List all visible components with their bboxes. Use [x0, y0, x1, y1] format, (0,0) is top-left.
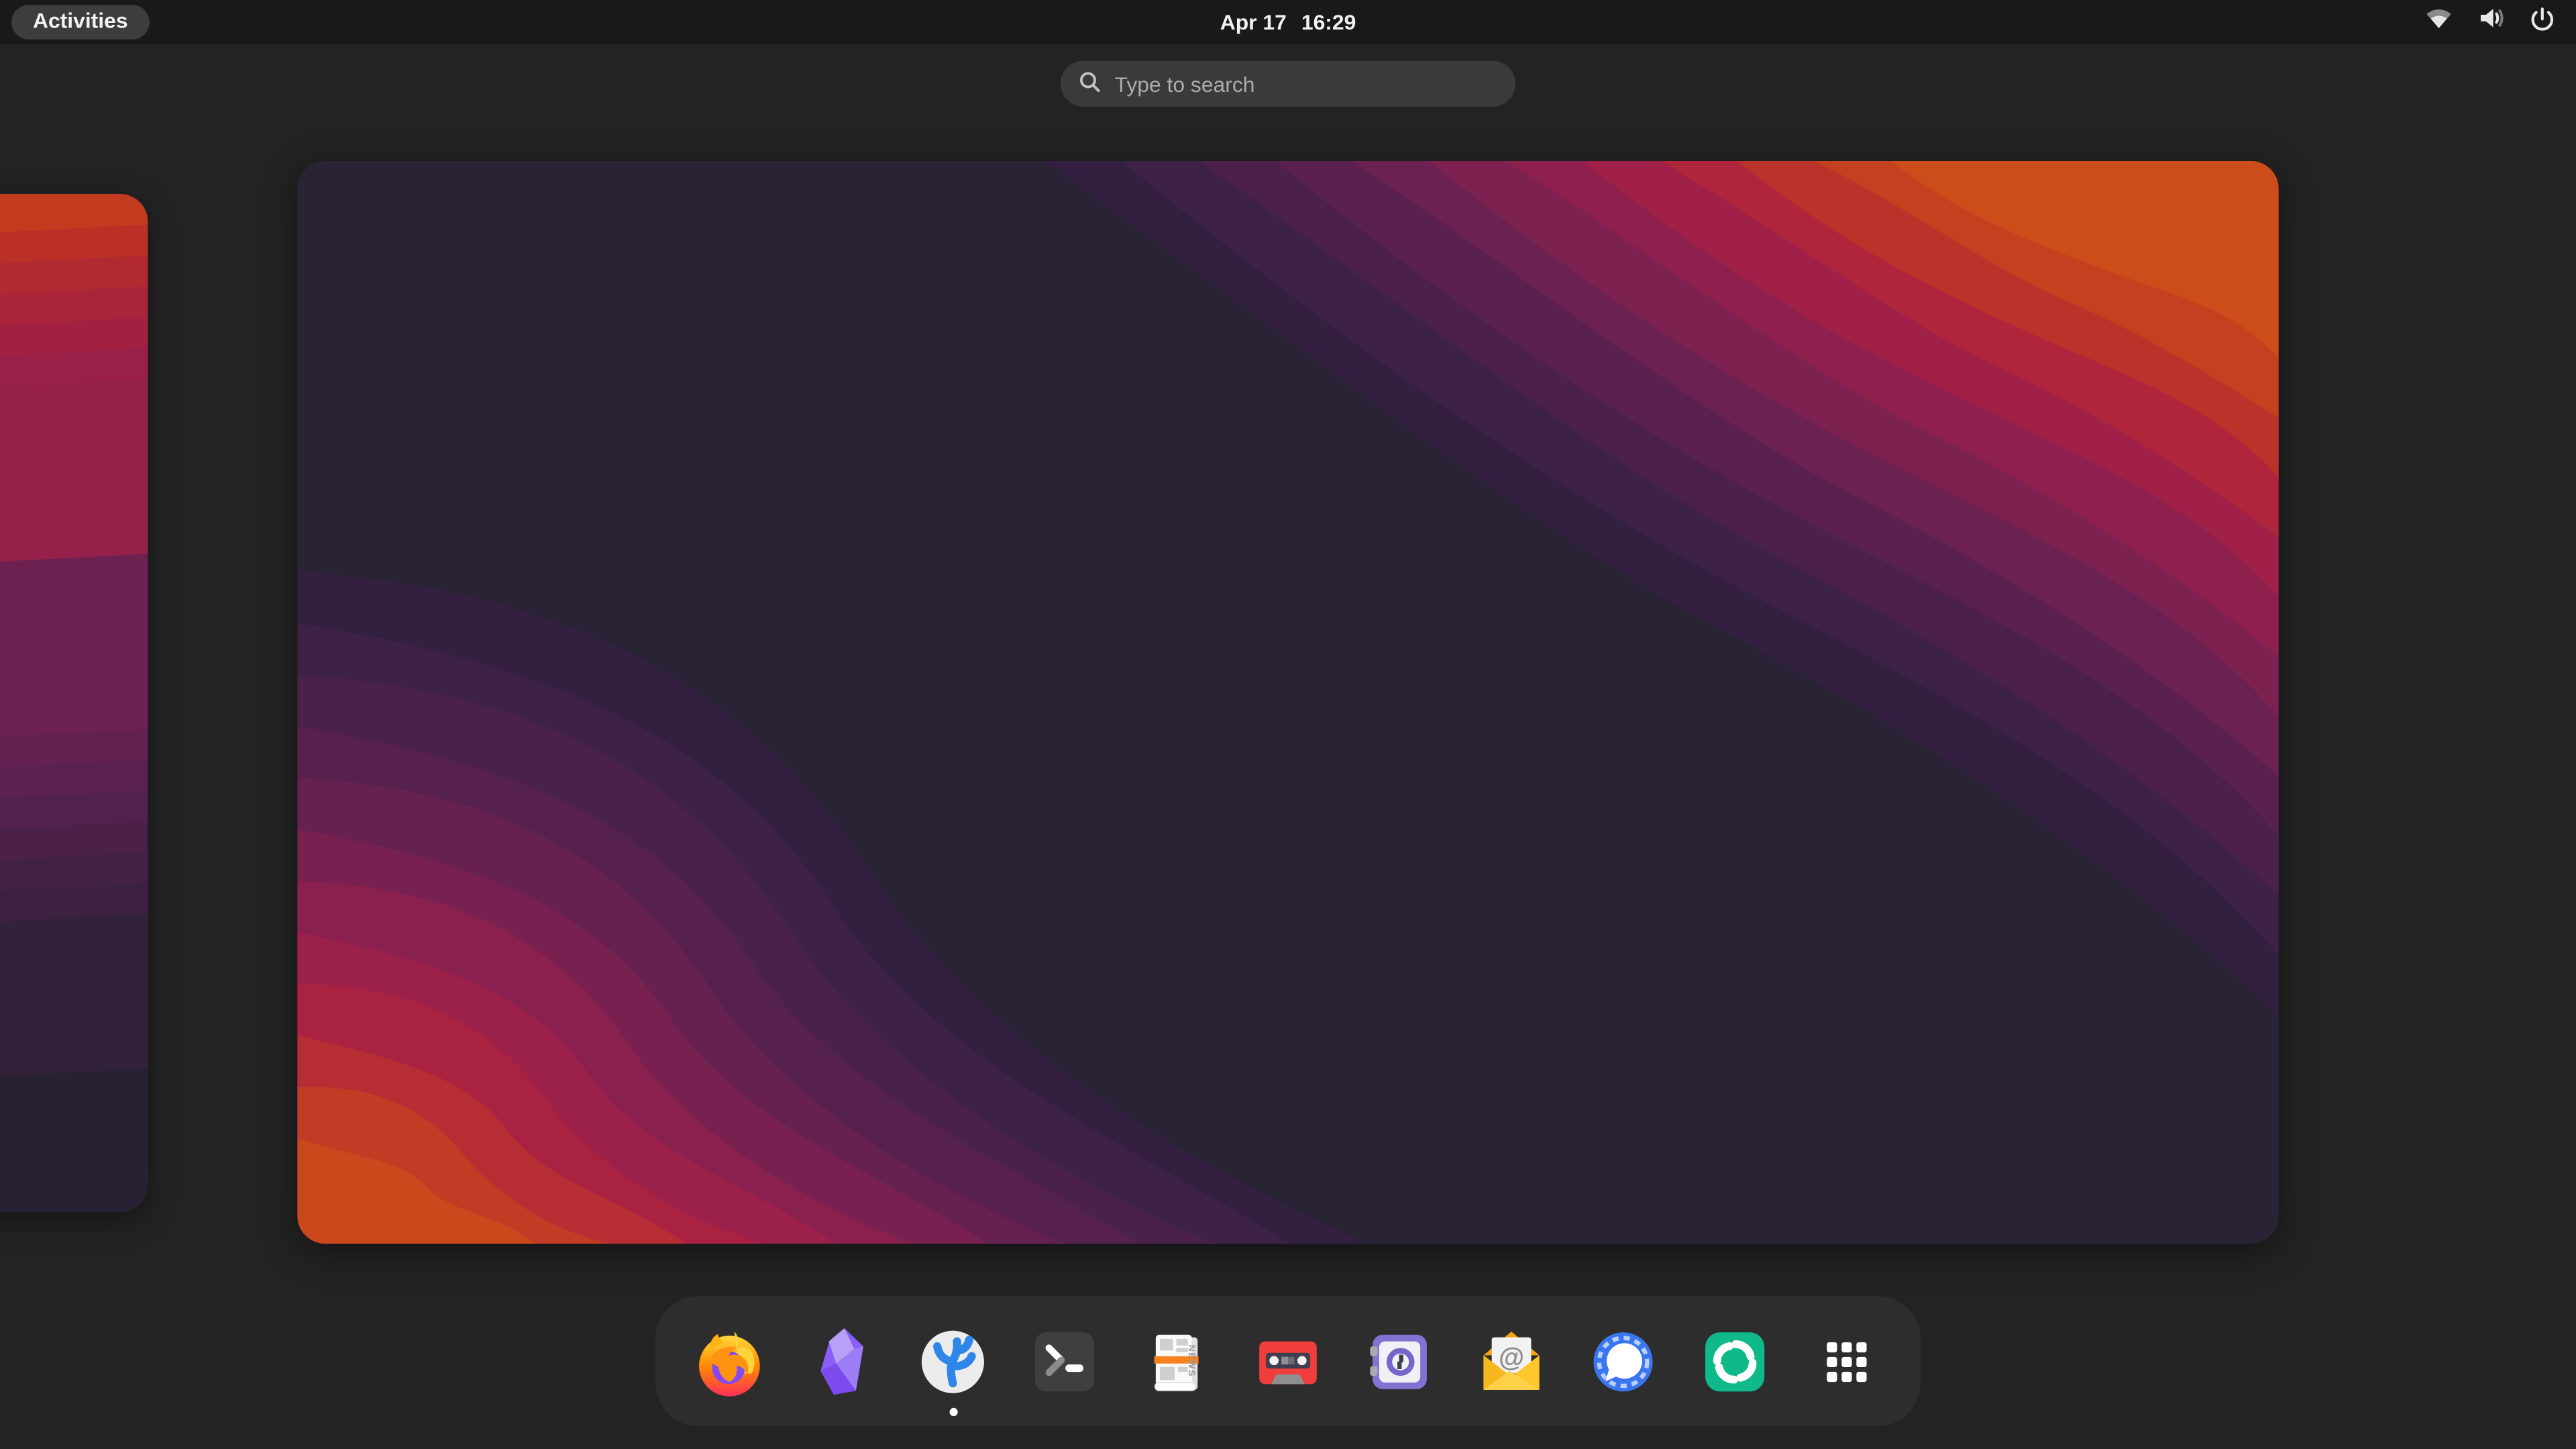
workspace-thumb-left[interactable] — [0, 194, 148, 1212]
cassette-icon — [1248, 1322, 1328, 1401]
password-safe-icon — [1360, 1322, 1440, 1401]
email-icon: @ — [1472, 1322, 1551, 1401]
app-grid-icon — [1807, 1322, 1886, 1401]
dock-item-email[interactable]: @ — [1472, 1322, 1551, 1401]
wallpaper-main — [297, 161, 2278, 1244]
running-indicator — [949, 1407, 957, 1415]
wifi-icon — [2425, 7, 2453, 38]
terminal-icon — [1025, 1322, 1104, 1401]
dock-item-signal[interactable] — [1584, 1322, 1663, 1401]
system-status-area[interactable] — [2425, 6, 2555, 39]
news-label: NEWS — [1186, 1344, 1197, 1376]
clock-time: 16:29 — [1301, 10, 1356, 35]
clock-button[interactable]: Apr 17 16:29 — [1220, 10, 1356, 35]
clock-date: Apr 17 — [1220, 10, 1287, 35]
volume-icon — [2477, 7, 2506, 38]
search-icon — [1079, 70, 1102, 98]
search-input[interactable]: Type to search — [1061, 61, 1515, 107]
wallpaper-left — [0, 194, 148, 1212]
coral-icon — [914, 1322, 993, 1401]
power-icon — [2530, 6, 2555, 39]
search-placeholder: Type to search — [1115, 72, 1255, 97]
dock-item-password-safe[interactable] — [1360, 1322, 1440, 1401]
dock-item-coral[interactable] — [914, 1322, 993, 1401]
gnome-activities-overview: Activities Apr 17 16:29 — [0, 0, 2576, 1449]
obsidian-icon — [802, 1322, 881, 1401]
email-at-glyph: @ — [1499, 1342, 1524, 1371]
newspaper-icon: NEWS — [1137, 1322, 1216, 1401]
dock-item-terminal[interactable] — [1025, 1322, 1104, 1401]
top-bar: Activities Apr 17 16:29 — [0, 0, 2576, 44]
firefox-icon — [690, 1322, 769, 1401]
dock-item-cassette[interactable] — [1248, 1322, 1328, 1401]
dock-item-firefox[interactable] — [690, 1322, 769, 1401]
dock-item-obsidian[interactable] — [802, 1322, 881, 1401]
dock-item-element[interactable] — [1695, 1322, 1774, 1401]
dock-item-news[interactable]: NEWS — [1137, 1322, 1216, 1401]
activities-button[interactable]: Activities — [11, 5, 149, 39]
element-icon — [1695, 1322, 1774, 1401]
signal-icon — [1584, 1322, 1663, 1401]
app-grid-button[interactable] — [1807, 1322, 1886, 1401]
dock: NEWS — [655, 1296, 1921, 1426]
workspace-preview-main[interactable] — [297, 161, 2278, 1244]
